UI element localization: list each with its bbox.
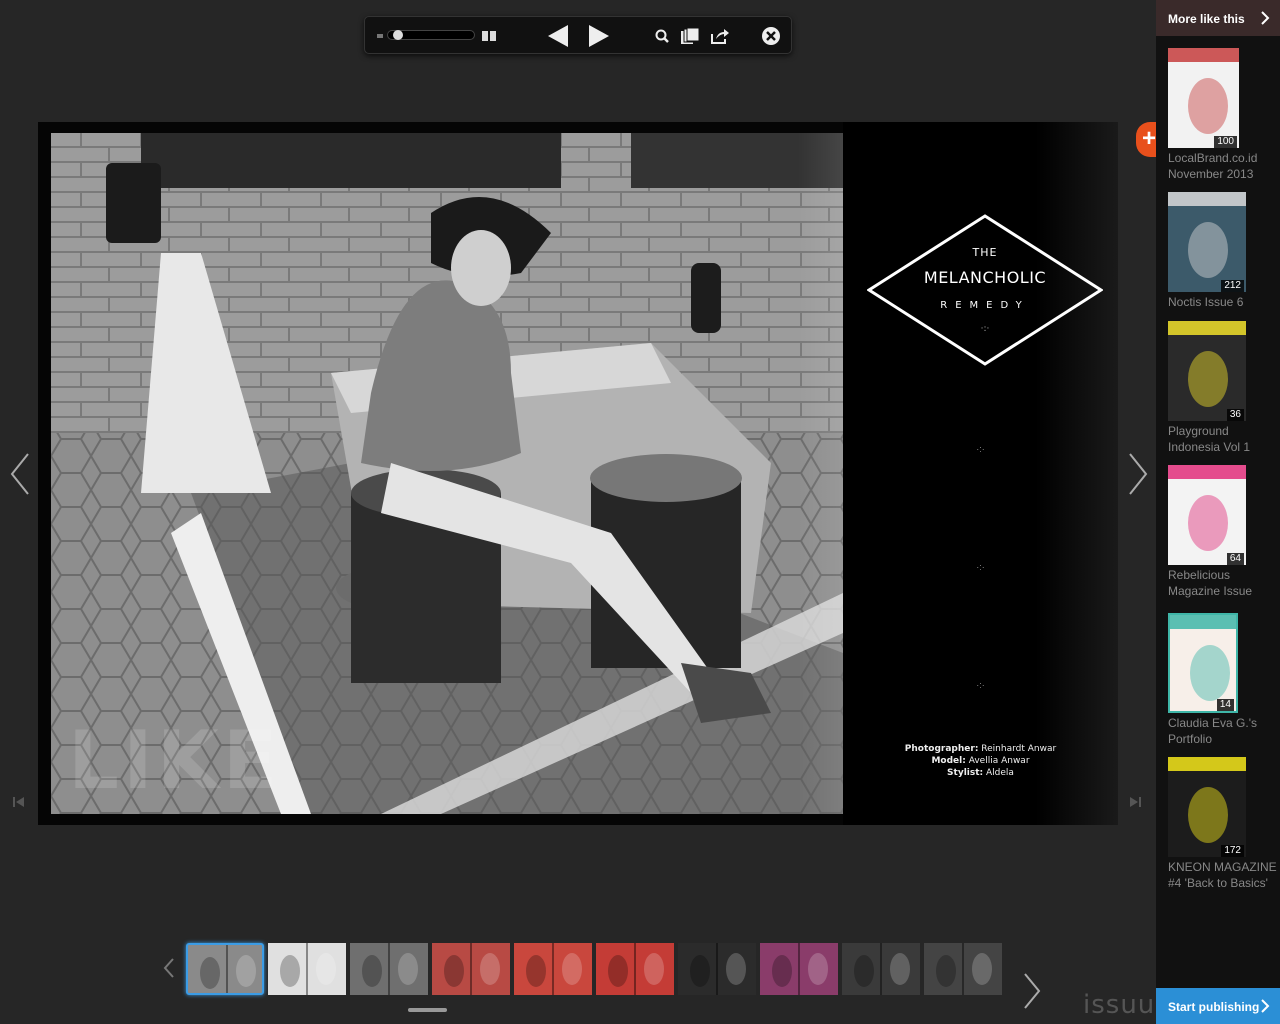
issuu-logo[interactable]: issuu (1083, 990, 1155, 1020)
right-page: THE MELANCHOLIC REMEDY ·:· ·:· ·:· ·:· P… (843, 122, 1118, 825)
thumbnails-next-icon[interactable] (1022, 972, 1042, 1015)
publication-title[interactable]: Playground Indonesia Vol 1 (1168, 423, 1280, 455)
page-thumbnail[interactable] (596, 943, 674, 995)
publication-cover[interactable]: 172 (1168, 757, 1246, 857)
thumbnails-prev-icon[interactable] (163, 957, 175, 984)
title-the: THE (972, 246, 998, 259)
page-thumbnail[interactable] (268, 943, 346, 995)
photo-credits: Photographer: Reinhardt Anwar Model: Ave… (843, 743, 1118, 779)
ornament: ·:· (980, 324, 990, 334)
viewer-toolbar (364, 16, 792, 54)
previous-page-icon[interactable] (545, 23, 571, 49)
page-thumbnail[interactable] (514, 943, 592, 995)
zoom-slider-knob[interactable] (392, 30, 403, 40)
add-plus-button[interactable]: + (1136, 122, 1156, 157)
page-count: 14 (1216, 699, 1234, 711)
page-thumbnail[interactable] (924, 943, 1002, 995)
chevron-right-icon (1260, 10, 1270, 31)
publication-title[interactable]: Rebelicious Magazine Issue (1168, 567, 1280, 599)
zoom-slider[interactable] (387, 30, 475, 40)
magazine-spread[interactable]: LIKE THE MELANCHOLIC REMEDY ·:· ·:· ·:· … (38, 122, 1118, 825)
publication-title[interactable]: LocalBrand.co.id November 2013 (1168, 150, 1280, 182)
more-like-this-label: More like this (1168, 12, 1245, 26)
chevron-right-icon (1260, 998, 1270, 1019)
start-publishing-button[interactable]: Start publishing (1156, 988, 1280, 1024)
ornament: ·:· (976, 444, 985, 454)
page-thumbnail[interactable] (350, 943, 428, 995)
ornament: ·:· (976, 680, 985, 690)
publication-cover[interactable]: 212 (1168, 192, 1246, 292)
page-thumbnail[interactable] (760, 943, 838, 995)
search-icon[interactable] (649, 23, 675, 49)
share-icon[interactable] (707, 23, 733, 49)
page-count: 172 (1221, 845, 1244, 857)
next-page-icon[interactable] (586, 23, 612, 49)
publication-title[interactable]: Claudia Eva G.'s Portfolio (1168, 715, 1280, 747)
page-count: 64 (1226, 553, 1244, 565)
ornament: ·:· (976, 562, 985, 572)
more-like-this-sidebar: More like this 100 LocalBrand.co.id Novem… (1156, 0, 1280, 1024)
publication-title[interactable]: KNEON MAGAZINE #4 'Back to Basics' (1168, 859, 1280, 891)
start-publishing-label: Start publishing (1168, 1000, 1260, 1014)
previous-spread-arrow-icon[interactable] (8, 452, 32, 496)
publication-title[interactable]: Noctis Issue 6 (1168, 294, 1280, 310)
page-thumbnail[interactable] (186, 943, 264, 995)
thumbnail-strip (186, 943, 1006, 995)
related-publication[interactable]: 36 Playground Indonesia Vol 1 (1168, 321, 1278, 455)
related-publication[interactable]: 172 KNEON MAGAZINE #4 'Back to Basics' (1168, 757, 1278, 891)
title-diamond: THE MELANCHOLIC REMEDY ·:· (867, 214, 1103, 366)
title-melancholic: MELANCHOLIC (923, 268, 1047, 287)
page-count: 100 (1214, 136, 1237, 148)
plus-icon: + (1142, 125, 1157, 152)
related-publication[interactable]: 64 Rebelicious Magazine Issue (1168, 465, 1278, 599)
publication-cover[interactable]: 100 (1168, 48, 1239, 148)
next-spread-arrow-icon[interactable] (1126, 452, 1150, 496)
like-watermark: LIKE (68, 714, 282, 807)
publication-cover[interactable]: 14 (1168, 613, 1238, 713)
publication-cover[interactable]: 36 (1168, 321, 1246, 421)
library-icon[interactable] (677, 23, 703, 49)
zoom-out-icon[interactable] (377, 34, 383, 38)
page-count: 36 (1226, 409, 1244, 421)
more-like-this-header[interactable]: More like this (1156, 0, 1280, 36)
credit-line: Photographer: Reinhardt Anwar (904, 744, 1057, 754)
page-thumbnail[interactable] (432, 943, 510, 995)
thumbnail-scroll-handle[interactable] (408, 1008, 447, 1012)
last-page-icon[interactable] (1128, 795, 1142, 809)
page-thumbnail[interactable] (842, 943, 920, 995)
page-count: 212 (1221, 280, 1244, 292)
fashion-photo (51, 133, 843, 814)
title-remedy: REMEDY (940, 300, 1030, 311)
related-publication[interactable]: 212 Noctis Issue 6 (1168, 192, 1278, 310)
credit-line: Stylist: Aldela (947, 768, 1014, 778)
publication-cover[interactable]: 64 (1168, 465, 1246, 565)
credit-line: Model: Avellia Anwar (931, 756, 1030, 766)
close-icon[interactable] (758, 23, 784, 49)
first-page-icon[interactable] (12, 795, 26, 809)
page-thumbnail[interactable] (678, 943, 756, 995)
related-publication[interactable]: 14 Claudia Eva G.'s Portfolio (1168, 613, 1278, 747)
related-publication[interactable]: 100 LocalBrand.co.id November 2013 (1168, 48, 1278, 182)
two-page-icon[interactable] (476, 23, 502, 49)
